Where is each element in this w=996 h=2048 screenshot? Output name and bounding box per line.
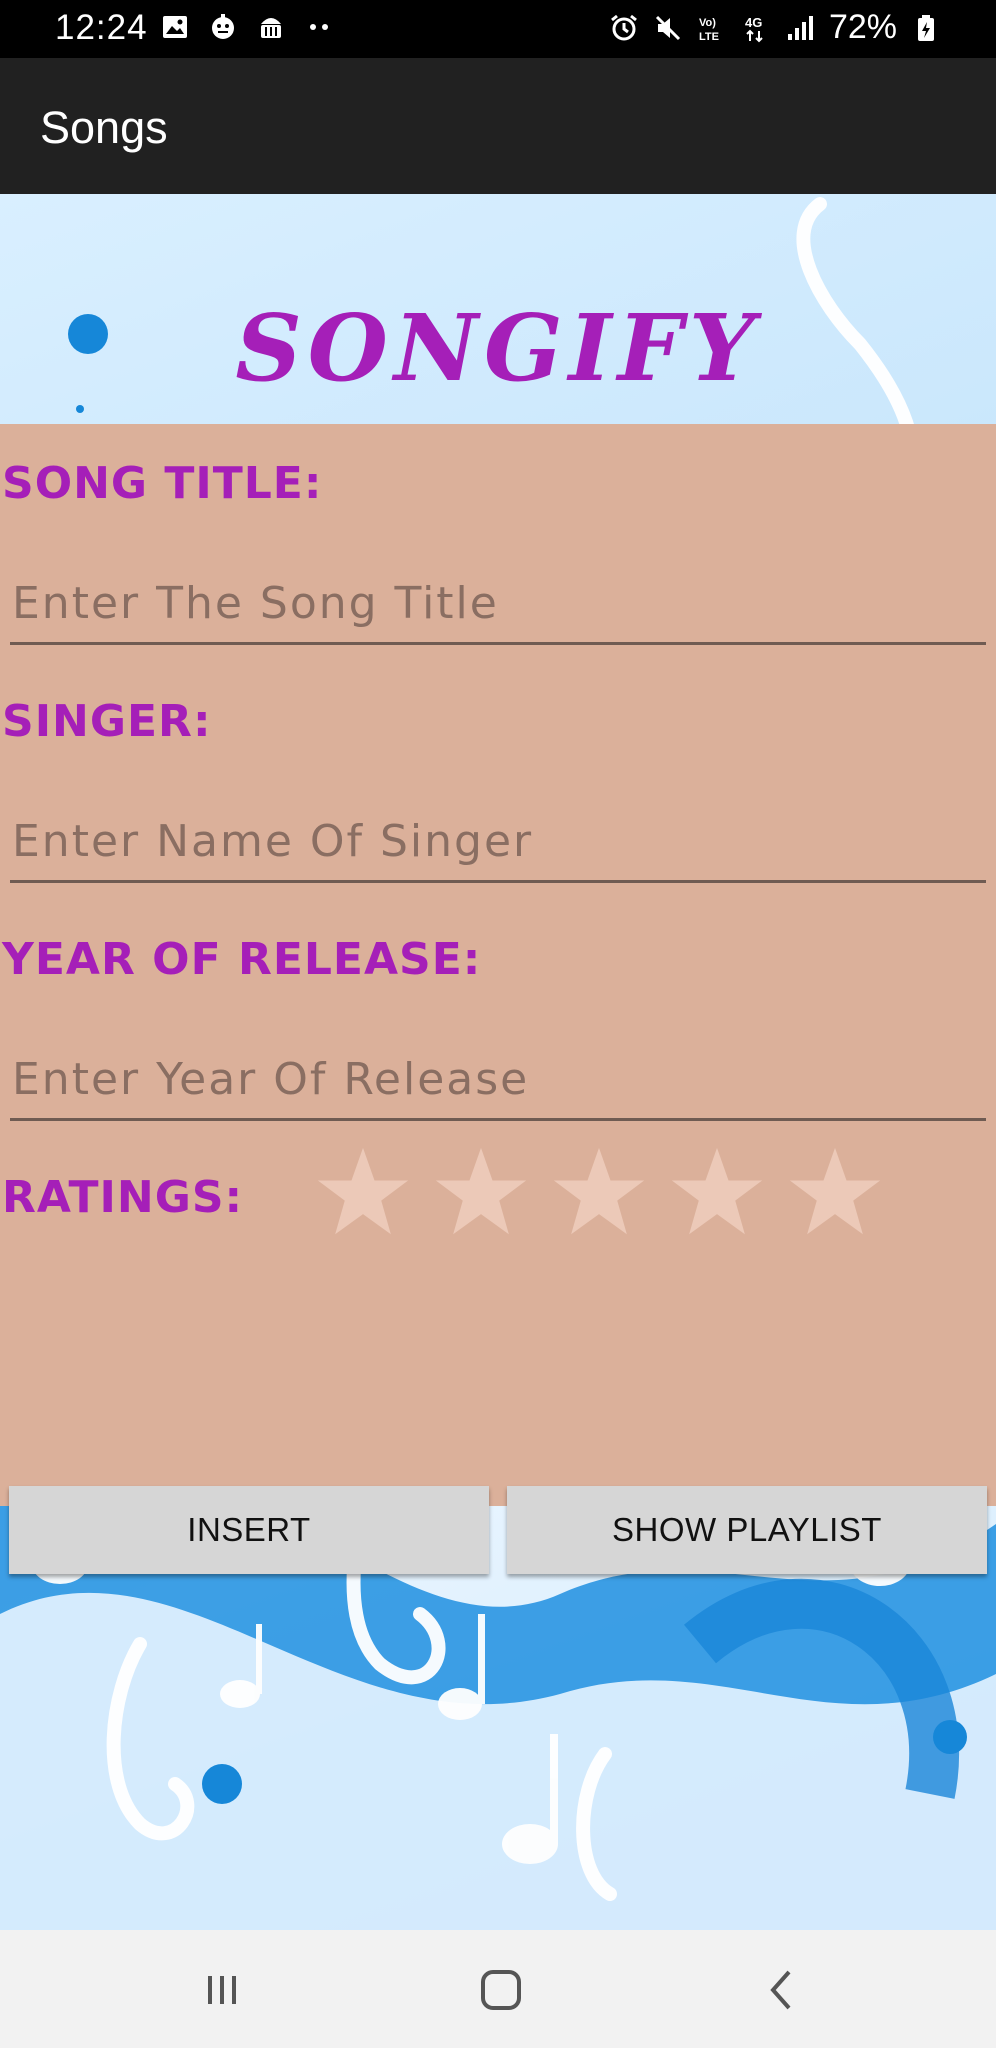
navigation-bar [0,1930,996,2048]
svg-text:LTE: LTE [699,31,719,43]
form-panel: SONG TITLE: SINGER: YEAR OF RELEASE: RAT… [0,424,996,1506]
app-bar: Songs [0,58,996,194]
volte-icon: Vo) LTE [699,17,719,43]
signal-icon [787,15,813,40]
alarm-icon [611,14,637,40]
back-icon [770,1970,791,2010]
robot-icon [212,14,234,39]
recents-icon [208,1976,236,2004]
star-icon-5[interactable] [787,1144,883,1240]
home-button[interactable] [471,1960,531,2020]
song-title-label: SONG TITLE: [2,458,323,509]
status-left-icons [160,12,334,42]
status-right: Vo) LTE 4G 72% [609,8,941,47]
dots-icon [310,24,328,30]
singer-input[interactable] [10,803,986,883]
battery-icon [918,14,934,41]
svg-text:4G: 4G [745,15,762,30]
show-playlist-button[interactable]: SHOW PLAYLIST [507,1486,987,1574]
recents-button[interactable] [192,1960,252,2020]
battery-percent: 72% [828,8,897,46]
star-icon-4[interactable] [669,1144,765,1240]
4g-icon: 4G [745,15,763,42]
star-icon-1[interactable] [315,1144,411,1240]
content-area: SONGIFY SONG TITLE: SINGER: YEAR OF RELE… [0,194,996,1930]
svg-text:Vo): Vo) [699,17,716,29]
image-icon [163,16,187,38]
brand-title: SONGIFY [235,294,761,402]
back-button[interactable] [750,1960,810,2020]
ratings-label: RATINGS: [2,1172,244,1223]
star-icon-3[interactable] [551,1144,647,1240]
android-icon [261,18,281,38]
insert-button[interactable]: INSERT [9,1486,489,1574]
star-icon-2[interactable] [433,1144,529,1240]
app-title: Songs [40,102,168,153]
status-bar: 12:24 Vo) LTE 4G 72% [0,0,996,58]
singer-label: SINGER: [2,696,212,747]
home-icon [481,1970,521,2010]
song-title-input[interactable] [10,565,986,645]
status-time: 12:24 [55,8,148,47]
year-input[interactable] [10,1041,986,1121]
year-label: YEAR OF RELEASE: [2,934,482,985]
rating-bar[interactable] [315,1144,883,1240]
mute-icon [655,15,680,40]
